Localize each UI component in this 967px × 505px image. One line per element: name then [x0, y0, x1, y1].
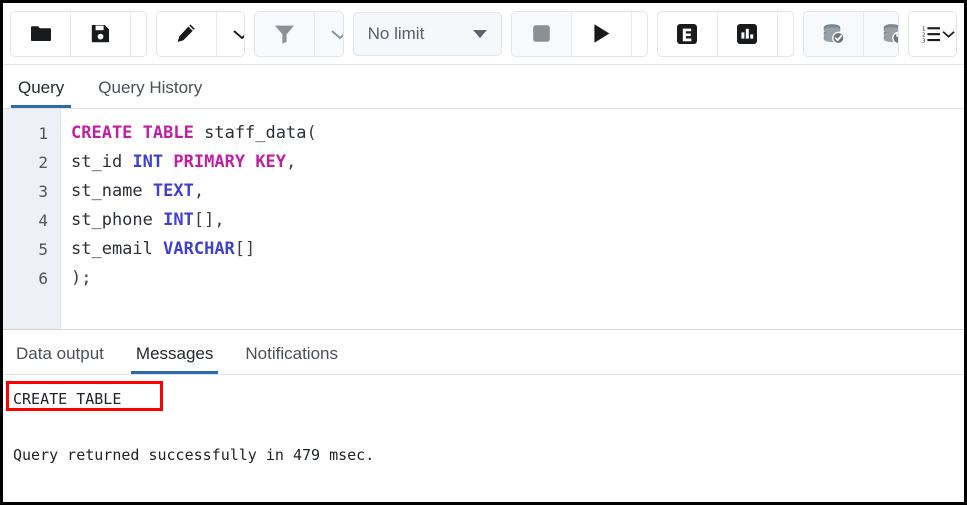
rollback-button[interactable]	[864, 12, 899, 56]
code-token: []	[194, 210, 214, 230]
messages-panel: CREATE TABLE Query returned successfully…	[3, 375, 964, 505]
explain-analyze-chart-icon	[736, 23, 758, 45]
code-token: (	[306, 123, 316, 143]
code-token: []	[235, 239, 255, 259]
message-status: Query returned successfully in 479 msec.	[13, 445, 964, 465]
play-triangle-icon	[592, 23, 611, 44]
macros-group: 1 2 3	[908, 11, 957, 57]
tab-notifications[interactable]: Notifications	[240, 345, 343, 374]
code-token	[245, 152, 255, 172]
save-file-icon	[91, 24, 110, 43]
sql-editor[interactable]: 1 2 3 4 5 6 CREATE TABLE staff_data(st_i…	[3, 109, 964, 330]
code-token	[163, 152, 173, 172]
code-token: KEY	[255, 152, 286, 172]
message-result: CREATE TABLE	[13, 389, 964, 409]
code-line: CREATE TABLE staff_data(	[71, 119, 964, 148]
save-file-button[interactable]	[71, 12, 131, 56]
code-token: st_id	[71, 152, 122, 172]
explain-analyze-button[interactable]	[718, 12, 778, 56]
code-token	[143, 181, 153, 201]
pgadmin-query-tool-window: No limit	[0, 0, 967, 505]
edit-group	[156, 11, 245, 57]
chevron-down-icon	[233, 28, 245, 40]
sql-code-area[interactable]: CREATE TABLE staff_data(st_id INT PRIMAR…	[61, 109, 964, 329]
line-number: 5	[3, 235, 60, 264]
output-tab-bar: Data output Messages Notifications	[3, 330, 964, 375]
code-line: st_id INT PRIMARY KEY,	[71, 148, 964, 177]
macros-button[interactable]: 1 2 3	[909, 12, 957, 56]
open-file-button[interactable]	[11, 12, 71, 56]
transaction-group	[803, 11, 899, 57]
filter-group	[254, 11, 343, 57]
code-token	[153, 210, 163, 230]
commit-button[interactable]	[804, 12, 864, 56]
code-token	[122, 152, 132, 172]
code-token	[153, 239, 163, 259]
explain-options-button[interactable]	[778, 12, 794, 56]
code-token: st_phone	[71, 210, 153, 230]
code-token: CREATE	[71, 123, 132, 143]
tab-data-output[interactable]: Data output	[11, 345, 109, 374]
line-number: 4	[3, 206, 60, 235]
execute-options-button[interactable]	[632, 12, 648, 56]
code-token: VARCHAR	[163, 239, 235, 259]
code-token: INT	[132, 152, 163, 172]
chevron-down-icon	[331, 28, 343, 40]
stop-square-icon	[532, 24, 551, 43]
numbered-list-icon: 1 2 3	[922, 24, 956, 44]
tab-query-history[interactable]: Query History	[91, 79, 209, 108]
line-number: 2	[3, 148, 60, 177]
database-commit-icon	[822, 23, 845, 44]
edit-button[interactable]	[157, 12, 217, 56]
tab-messages[interactable]: Messages	[131, 345, 218, 374]
database-rollback-icon	[882, 23, 899, 44]
explain-group	[657, 11, 794, 57]
row-limit-select[interactable]: No limit	[353, 12, 502, 56]
execute-group	[511, 11, 648, 57]
code-line: );	[71, 264, 964, 293]
edit-options-button[interactable]	[217, 12, 245, 56]
svg-text:3: 3	[922, 38, 925, 44]
code-line: st_email VARCHAR[]	[71, 235, 964, 264]
code-token: TEXT	[153, 181, 194, 201]
filter-options-button[interactable]	[315, 12, 343, 56]
code-token: TABLE	[143, 123, 194, 143]
row-limit-value: No limit	[368, 24, 425, 44]
code-token: )	[71, 268, 81, 288]
code-token: INT	[163, 210, 194, 230]
code-token: PRIMARY	[173, 152, 245, 172]
query-tab-bar: Query Query History	[3, 65, 964, 109]
tab-query[interactable]: Query	[11, 79, 71, 108]
code-token: ,	[286, 152, 296, 172]
pencil-edit-icon	[176, 23, 197, 44]
open-file-icon	[30, 25, 52, 43]
execute-button[interactable]	[572, 12, 632, 56]
line-number: 6	[3, 264, 60, 293]
code-token: st_email	[71, 239, 153, 259]
explain-button[interactable]	[658, 12, 718, 56]
save-options-button[interactable]	[131, 12, 147, 56]
code-line: st_phone INT[],	[71, 206, 964, 235]
stop-button[interactable]	[512, 12, 572, 56]
line-number: 3	[3, 177, 60, 206]
query-tool-toolbar: No limit	[3, 3, 964, 65]
code-token: ,	[194, 181, 204, 201]
file-group	[10, 11, 147, 57]
code-token: ;	[81, 268, 91, 288]
code-token: staff_data	[204, 123, 306, 143]
explain-e-icon	[676, 23, 698, 45]
filter-button[interactable]	[255, 12, 315, 56]
code-token	[132, 123, 142, 143]
line-number-gutter: 1 2 3 4 5 6	[3, 109, 61, 329]
code-token	[194, 123, 204, 143]
line-number: 1	[3, 119, 60, 148]
dropdown-arrow-icon	[473, 30, 487, 38]
code-token: st_name	[71, 181, 143, 201]
funnel-filter-icon	[274, 24, 295, 44]
code-token: ,	[214, 210, 224, 230]
code-line: st_name TEXT,	[71, 177, 964, 206]
